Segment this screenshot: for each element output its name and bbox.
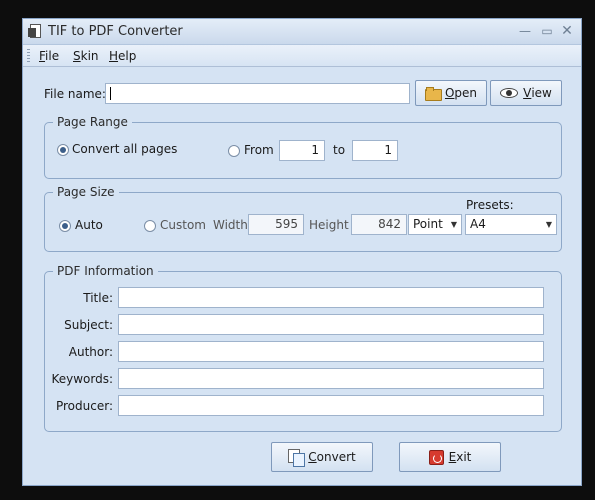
file-name-label: File name: <box>44 87 106 101</box>
convert-all-label[interactable]: Convert all pages <box>72 142 177 156</box>
page-size-group: Page Size Auto Custom Width 595 Height 8… <box>44 185 562 252</box>
text-cursor <box>110 87 111 100</box>
exit-icon <box>428 449 444 465</box>
menu-help[interactable]: Help <box>109 49 136 63</box>
producer-input[interactable] <box>118 395 544 416</box>
keywords-label: Keywords: <box>51 372 113 386</box>
menu-file[interactable]: File <box>39 49 59 63</box>
chevron-down-icon: ▼ <box>545 220 552 229</box>
title-label: Title: <box>83 291 113 305</box>
menu-skin[interactable]: Skin <box>73 49 99 63</box>
custom-radio[interactable] <box>144 220 156 232</box>
to-page-input[interactable]: 1 <box>352 140 398 161</box>
menu-bar: File Skin Help <box>23 45 581 67</box>
width-input[interactable]: 595 <box>248 214 304 235</box>
unit-select[interactable]: Point ▼ <box>408 214 462 235</box>
to-label: to <box>333 143 346 157</box>
window-title: TIF to PDF Converter <box>48 24 183 39</box>
app-window: TIF to PDF Converter — ▭ ✕ File Skin Hel… <box>22 18 582 486</box>
author-label: Author: <box>68 345 113 359</box>
author-input[interactable] <box>118 341 544 362</box>
exit-button[interactable]: Exit <box>399 442 501 472</box>
folder-icon <box>424 87 442 101</box>
subject-label: Subject: <box>64 318 113 332</box>
auto-label[interactable]: Auto <box>75 218 103 232</box>
page-size-title: Page Size <box>53 185 119 199</box>
eye-icon <box>500 88 519 98</box>
file-name-input[interactable] <box>105 83 410 104</box>
convert-icon <box>288 449 306 467</box>
from-radio[interactable] <box>228 145 240 157</box>
presets-select[interactable]: A4 ▼ <box>465 214 557 235</box>
height-input[interactable]: 842 <box>351 214 407 235</box>
custom-label[interactable]: Custom <box>160 218 206 232</box>
maximize-button[interactable]: ▭ <box>539 23 555 39</box>
subject-input[interactable] <box>118 314 544 335</box>
chevron-down-icon: ▼ <box>450 220 457 229</box>
from-label[interactable]: From <box>244 143 274 157</box>
convert-button[interactable]: Convert <box>271 442 373 472</box>
presets-label: Presets: <box>466 198 514 212</box>
title-bar[interactable]: TIF to PDF Converter — ▭ ✕ <box>23 19 581 45</box>
pdf-info-title: PDF Information <box>53 264 158 278</box>
height-label: Height <box>309 218 349 232</box>
close-button[interactable]: ✕ <box>559 23 575 39</box>
convert-all-radio[interactable] <box>57 144 69 156</box>
menu-grip <box>27 49 30 63</box>
width-label: Width <box>213 218 248 232</box>
page-range-group: Page Range Convert all pages From 1 to 1 <box>44 115 562 179</box>
minimize-button[interactable]: — <box>517 23 533 39</box>
keywords-input[interactable] <box>118 368 544 389</box>
producer-label: Producer: <box>55 399 113 413</box>
page-range-title: Page Range <box>53 115 132 129</box>
open-button[interactable]: Open <box>415 80 487 106</box>
pdf-info-group: PDF Information Title: Subject: Author: … <box>44 264 562 432</box>
view-button[interactable]: View <box>490 80 562 106</box>
title-input[interactable] <box>118 287 544 308</box>
from-page-input[interactable]: 1 <box>279 140 325 161</box>
app-icon <box>28 23 44 40</box>
auto-radio[interactable] <box>59 220 71 232</box>
